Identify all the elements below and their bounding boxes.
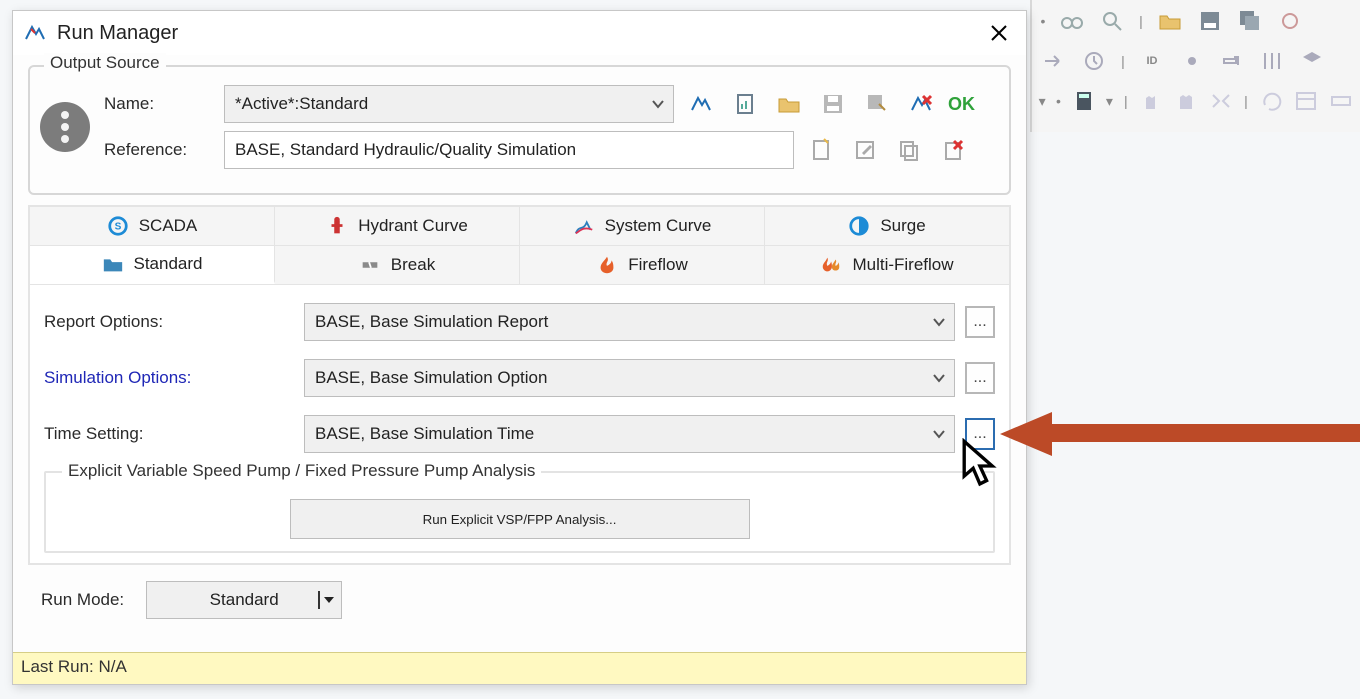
tab-hydrant-curve[interactable]: Hydrant Curve <box>275 207 520 245</box>
hydrant-icon <box>326 215 348 237</box>
save-icon[interactable] <box>816 87 850 121</box>
traffic-light-icon <box>40 102 90 152</box>
save-all-icon[interactable] <box>1234 6 1266 36</box>
vsp-group-label: Explicit Variable Speed Pump / Fixed Pre… <box>62 461 541 481</box>
report-options-browse-button[interactable]: ... <box>965 306 995 338</box>
rotate-icon[interactable] <box>1258 86 1285 116</box>
name-value: *Active*:Standard <box>235 94 368 114</box>
tab-system-curve[interactable]: System Curve <box>520 207 765 245</box>
calculator-icon[interactable] <box>1071 86 1098 116</box>
tab-standard[interactable]: Standard <box>30 246 275 284</box>
split-icon[interactable] <box>1207 86 1234 116</box>
ok-indicator: OK <box>948 94 975 115</box>
tab-fireflow[interactable]: Fireflow <box>520 246 765 284</box>
simulation-options-combo[interactable]: BASE, Base Simulation Option <box>304 359 955 397</box>
arrow-right-icon[interactable] <box>1038 46 1070 76</box>
open-folder-icon[interactable] <box>772 87 806 121</box>
time-setting-combo[interactable]: BASE, Base Simulation Time <box>304 415 955 453</box>
save-as-icon[interactable] <box>860 87 894 121</box>
svg-text:S: S <box>114 222 121 233</box>
run-mode-label: Run Mode: <box>41 590 124 610</box>
app-icon <box>23 21 47 45</box>
table-icon[interactable] <box>1293 86 1320 116</box>
hand-add-icon[interactable] <box>1138 86 1165 116</box>
new-icon[interactable] <box>804 133 838 167</box>
name-label: Name: <box>104 94 214 114</box>
status-bar: Last Run: N/A <box>13 652 1026 684</box>
tabs-row-1: S SCADA Hydrant Curve System Curve Surge <box>30 207 1009 246</box>
run-icon[interactable] <box>684 87 718 121</box>
reference-text[interactable]: BASE, Standard Hydraulic/Quality Simulat… <box>224 131 794 169</box>
refresh-icon[interactable] <box>1274 6 1306 36</box>
report-options-combo[interactable]: BASE, Base Simulation Report <box>304 303 955 341</box>
layers-icon[interactable] <box>1296 46 1328 76</box>
simulation-options-browse-button[interactable]: ... <box>965 362 995 394</box>
edit-icon[interactable] <box>848 133 882 167</box>
background-app-toolbar: • | | ID ▾• ▾| | <box>1030 0 1360 132</box>
dialog-title: Run Manager <box>57 22 178 45</box>
standard-pane: Report Options: BASE, Base Simulation Re… <box>30 285 1009 563</box>
vsp-group: Explicit Variable Speed Pump / Fixed Pre… <box>44 471 995 553</box>
history-icon[interactable] <box>1078 46 1110 76</box>
tabs-container: S SCADA Hydrant Curve System Curve Surge… <box>28 205 1011 565</box>
tab-break[interactable]: Break <box>275 246 520 284</box>
surge-icon <box>848 215 870 237</box>
tab-surge[interactable]: Surge <box>765 207 1009 245</box>
report-options-label: Report Options: <box>44 312 294 332</box>
output-source-legend: Output Source <box>44 53 166 73</box>
sliders-icon[interactable] <box>1256 46 1288 76</box>
tab-scada[interactable]: S SCADA <box>30 207 275 245</box>
run-manager-dialog: Run Manager Output Source Name: *Active*… <box>12 10 1027 685</box>
run-mode-combo[interactable]: Standard <box>146 581 342 619</box>
curve-icon <box>573 215 595 237</box>
multifire-icon <box>820 254 842 276</box>
scada-icon: S <box>107 215 129 237</box>
titlebar: Run Manager <box>13 11 1026 55</box>
time-setting-browse-button[interactable]: ... <box>965 418 995 450</box>
simulation-options-label: Simulation Options: <box>44 368 294 388</box>
find-icon[interactable] <box>1096 6 1128 36</box>
binoculars-icon[interactable] <box>1056 6 1088 36</box>
tabs-row-2: Standard Break Fireflow Multi-Fireflow <box>30 246 1009 285</box>
ruler-icon[interactable] <box>1327 86 1354 116</box>
name-combo[interactable]: *Active*:Standard <box>224 85 674 123</box>
id-add-icon[interactable]: ID <box>1136 46 1168 76</box>
node-icon[interactable] <box>1176 46 1208 76</box>
hand-icon[interactable] <box>1173 86 1200 116</box>
run-vsp-button[interactable]: Run Explicit VSP/FPP Analysis... <box>290 499 750 539</box>
last-run-text: Last Run: N/A <box>21 657 127 676</box>
annotation-arrow <box>1000 412 1360 452</box>
save-icon[interactable] <box>1194 6 1226 36</box>
output-source-group: Output Source Name: *Active*:Standard <box>28 65 1011 195</box>
faucet-icon[interactable] <box>1216 46 1248 76</box>
time-setting-label: Time Setting: <box>44 424 294 444</box>
open-folder-icon[interactable] <box>1154 6 1186 36</box>
reference-label: Reference: <box>104 140 214 160</box>
folder-icon <box>102 253 124 275</box>
tab-multi-fireflow[interactable]: Multi-Fireflow <box>765 246 1009 284</box>
delete-icon[interactable] <box>936 133 970 167</box>
fire-icon <box>596 254 618 276</box>
close-button[interactable] <box>982 18 1016 48</box>
copy-icon[interactable] <box>892 133 926 167</box>
break-icon <box>359 254 381 276</box>
report-icon[interactable] <box>728 87 762 121</box>
run-fail-icon[interactable] <box>904 87 938 121</box>
